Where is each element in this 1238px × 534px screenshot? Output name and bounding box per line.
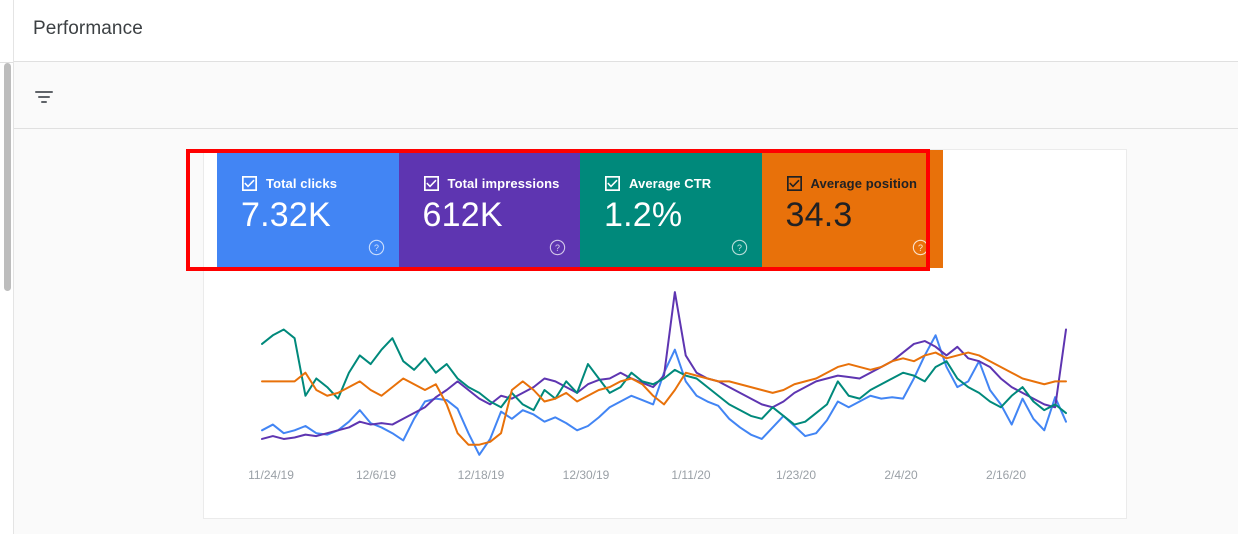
help-circle-icon[interactable]: ? (368, 239, 385, 256)
performance-page: Performance Search type: Web Date: Last … (0, 0, 1238, 534)
filter-icon[interactable] (34, 88, 56, 106)
chart-x-tick-label: 1/11/20 (671, 468, 710, 482)
svg-text:?: ? (918, 243, 923, 253)
page-header: Performance (14, 0, 1238, 62)
performance-panel: Total clicks 7.32K ? (203, 149, 1127, 519)
metric-card-average-ctr[interactable]: Average CTR 1.2% ? (580, 150, 762, 268)
checkbox-checked-icon[interactable] (605, 176, 620, 191)
checkbox-checked-icon[interactable] (787, 176, 802, 191)
chart-x-tick-label: 12/30/19 (563, 468, 610, 482)
help-circle-icon[interactable]: ? (731, 239, 748, 256)
metric-card-value: 7.32K (241, 196, 331, 235)
metric-card-total-impressions[interactable]: Total impressions 612K ? (399, 150, 581, 268)
metric-card-value: 34.3 (786, 196, 853, 235)
help-circle-icon[interactable]: ? (549, 239, 566, 256)
chart-x-tick-label: 1/23/20 (776, 468, 816, 482)
metric-card-label: Average position (811, 176, 918, 191)
metric-card-header: Total impressions (424, 176, 560, 191)
metric-card-header: Average position (787, 176, 918, 191)
chart-x-tick-label: 2/4/20 (884, 468, 917, 482)
metric-card-header: Average CTR (605, 176, 711, 191)
filter-toolbar: Search type: Web Date: Last 3 months (14, 62, 1238, 129)
page-title: Performance (33, 18, 143, 40)
chart-canvas (204, 268, 1126, 478)
metric-card-value: 1.2% (604, 196, 682, 235)
left-rail (0, 0, 14, 534)
content-area: Total clicks 7.32K ? (14, 129, 1238, 534)
metric-card-label: Average CTR (629, 176, 711, 191)
svg-text:?: ? (737, 243, 742, 253)
metric-card-value: 612K (423, 196, 503, 235)
performance-chart[interactable]: 11/24/19 12/6/19 12/18/19 12/30/19 1/11/20 1/… (204, 268, 1126, 518)
checkbox-checked-icon[interactable] (424, 176, 439, 191)
chart-x-tick-label: 12/6/19 (356, 468, 396, 482)
metric-card-total-clicks[interactable]: Total clicks 7.32K ? (217, 150, 399, 268)
help-circle-icon[interactable]: ? (912, 239, 929, 256)
svg-text:?: ? (555, 243, 560, 253)
chart-x-tick-label: 2/16/20 (986, 468, 1026, 482)
chart-x-tick-label: 11/24/19 (248, 468, 294, 482)
svg-text:?: ? (374, 243, 379, 253)
metric-card-header: Total clicks (242, 176, 337, 191)
chart-x-axis: 11/24/19 12/6/19 12/18/19 12/30/19 1/11/20 1/… (204, 468, 1126, 494)
metric-card-label: Total clicks (266, 176, 337, 191)
metric-card-row: Total clicks 7.32K ? (217, 150, 943, 268)
metric-card-label: Total impressions (448, 176, 560, 191)
chart-x-tick-label: 12/18/19 (458, 468, 505, 482)
checkbox-checked-icon[interactable] (242, 176, 257, 191)
vertical-scrollbar-thumb[interactable] (4, 63, 11, 291)
metric-card-average-position[interactable]: Average position 34.3 ? (762, 150, 944, 268)
